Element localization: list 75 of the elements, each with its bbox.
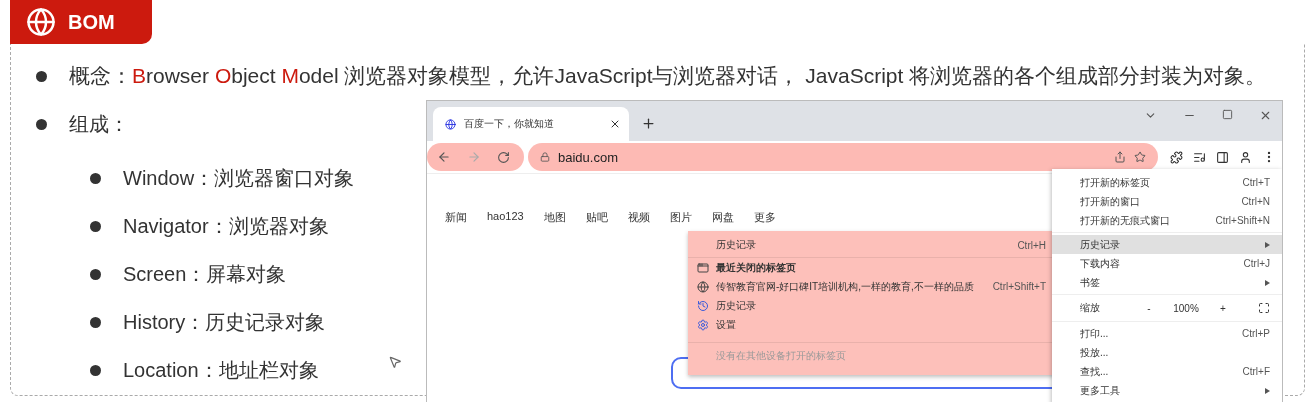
address-bar[interactable]: baidu.com — [528, 143, 1158, 171]
nav-link[interactable]: 更多 — [753, 210, 776, 225]
nav-link[interactable]: 图片 — [669, 210, 692, 225]
zoom-out-button[interactable]: - — [1138, 302, 1160, 314]
submenu-arrow-icon — [1265, 241, 1270, 248]
section-title: 最近关闭的标签页 — [716, 260, 797, 275]
playlist-icon[interactable] — [1193, 150, 1206, 164]
back-icon[interactable] — [437, 150, 451, 164]
menu-item[interactable]: 传智教育官网-好口碑IT培训机构,一样的教育,不一样的品质 — [716, 279, 987, 294]
submenu-arrow-icon — [1265, 279, 1270, 286]
bullet-icon — [90, 220, 101, 232]
bullet-icon — [90, 172, 101, 184]
menu-item[interactable]: 下载内容 — [1080, 256, 1238, 271]
menu-item[interactable]: 投放... — [1080, 345, 1270, 360]
menu-item[interactable]: 打开新的标签页 — [1080, 175, 1237, 190]
list-item: Location：地址栏对象 — [123, 357, 319, 383]
bullet-icon — [36, 70, 47, 82]
list-heading: 组成： — [69, 111, 129, 137]
globe-icon — [697, 280, 709, 293]
section-title: BOM — [68, 10, 115, 34]
zoom-in-button[interactable]: + — [1212, 302, 1234, 314]
lock-icon — [540, 152, 550, 162]
shortcut-text: Ctrl+J — [1243, 258, 1270, 269]
share-icon[interactable] — [1114, 151, 1126, 163]
menu-item[interactable]: 打开新的无痕式窗口 — [1080, 213, 1210, 228]
menu-item[interactable]: 历史记录 — [716, 298, 1046, 313]
nav-link[interactable]: 贴吧 — [585, 210, 608, 225]
puzzle-icon[interactable] — [1170, 150, 1183, 164]
bullet-icon — [90, 364, 101, 376]
menu-item[interactable]: 历史记录 — [716, 238, 1012, 252]
close-icon[interactable] — [1259, 109, 1272, 122]
shortcut-text: Ctrl+H — [1017, 239, 1046, 251]
list-item: Window：浏览器窗口对象 — [123, 165, 355, 191]
window-icon — [697, 261, 709, 274]
bullet-icon — [90, 316, 101, 328]
list-item: Navigator：浏览器对象 — [123, 213, 329, 239]
nav-link[interactable]: 视频 — [627, 210, 650, 225]
menu-item[interactable]: 书签 — [1080, 275, 1259, 290]
menu-item[interactable]: 查找... — [1080, 364, 1237, 379]
shortcut-text: Ctrl+P — [1241, 328, 1270, 339]
nav-link[interactable]: hao123 — [487, 210, 524, 225]
bullet-icon — [90, 268, 101, 280]
submenu-arrow-icon — [1265, 387, 1270, 394]
shortcut-text: Ctrl+Shift+N — [1215, 215, 1270, 226]
shortcut-text: Ctrl+Shift+T — [992, 281, 1046, 292]
zoom-level: 100% — [1172, 302, 1200, 314]
nav-link[interactable]: 地图 — [543, 210, 566, 225]
reload-icon[interactable] — [497, 150, 510, 164]
profile-icon[interactable] — [1239, 150, 1252, 164]
nav-link[interactable]: 新闻 — [445, 210, 467, 225]
concept-text: 概念：Browser Object Model 浏览器对象模型，允许JavaScript与浏览器对话， JavaScript 将浏览器的各个组成部分封装为对象。 — [69, 63, 1267, 89]
shortcut-text: Ctrl+T — [1242, 177, 1270, 188]
shortcut-text: Ctrl+N — [1241, 196, 1270, 207]
shortcut-text: Ctrl+F — [1242, 366, 1270, 377]
list-item: Screen：屏幕对象 — [123, 261, 287, 287]
nav-link[interactable]: 网盘 — [711, 210, 734, 225]
menu-item[interactable]: 更多工具 — [1080, 383, 1259, 398]
menu-item[interactable]: 打开新的窗口 — [1080, 194, 1236, 209]
new-tab-icon[interactable] — [641, 116, 656, 131]
bullet-icon — [36, 118, 47, 130]
empty-note: 没有在其他设备打开的标签页 — [716, 349, 847, 363]
side-panel-icon[interactable] — [1216, 150, 1229, 164]
globe-icon — [26, 7, 56, 37]
list-item: History：历史记录对象 — [123, 309, 326, 335]
close-icon[interactable] — [609, 118, 621, 130]
menu-item[interactable]: 打印... — [1080, 326, 1236, 341]
star-icon[interactable] — [1134, 151, 1146, 163]
maximize-icon[interactable] — [1222, 109, 1233, 120]
browser-tab[interactable]: 百度一下，你就知道 — [433, 107, 629, 141]
tab-title: 百度一下，你就知道 — [464, 117, 555, 131]
fullscreen-icon[interactable] — [1258, 302, 1270, 314]
history-icon — [697, 299, 709, 312]
menu-item[interactable]: 设置 — [716, 317, 1046, 332]
gear-icon — [697, 318, 709, 331]
mouse-pointer-icon — [388, 355, 402, 369]
